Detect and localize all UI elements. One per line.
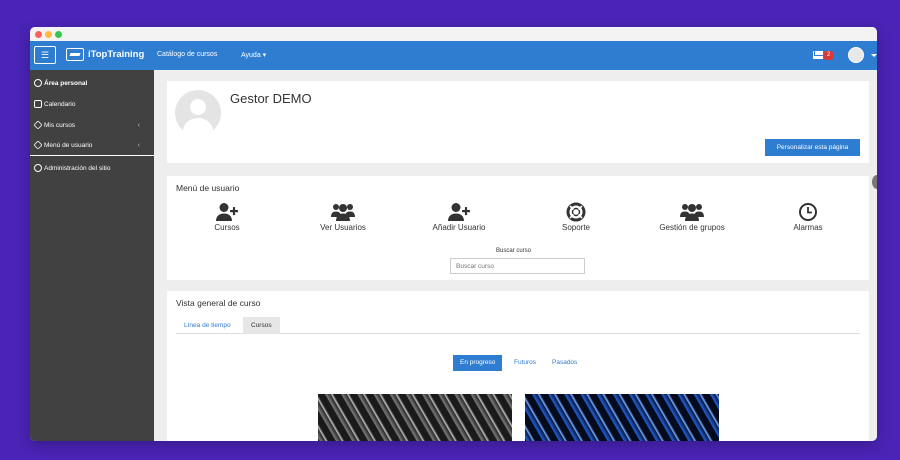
layers-icon: [33, 140, 43, 150]
chevron-down-icon[interactable]: [871, 54, 877, 57]
course-overview-title: Vista general de curso: [176, 298, 261, 308]
life-ring-icon: [566, 202, 586, 222]
user-plus-icon: [216, 203, 238, 221]
menu-item-label: Añadir Usuario: [432, 223, 486, 232]
sidebar-item-area-personal[interactable]: Área personal: [34, 79, 87, 87]
logo-icon[interactable]: [66, 48, 84, 61]
dashboard-icon: [34, 79, 42, 87]
main-content: Gestor DEMO Personalizar esta página Men…: [154, 70, 877, 441]
maximize-window-button[interactable]: [55, 31, 62, 38]
course-overview-tabs: Línea de tiempo Cursos: [176, 317, 860, 334]
customize-page-button[interactable]: Personalizar esta página: [765, 139, 860, 156]
sidebar-item-label: Administración del sitio: [44, 164, 111, 172]
menu-item-gestion-grupos[interactable]: Gestión de grupos: [647, 202, 737, 232]
users-icon: [680, 204, 704, 221]
user-avatar[interactable]: [848, 47, 864, 63]
tab-linea-de-tiempo[interactable]: Línea de tiempo: [176, 317, 239, 334]
filter-pasados[interactable]: Pasados: [545, 355, 584, 371]
chevron-left-icon[interactable]: ‹: [138, 122, 140, 129]
sidebar-divider: [30, 155, 154, 156]
scroll-handle[interactable]: [872, 175, 877, 189]
tab-cursos[interactable]: Cursos: [243, 317, 280, 334]
page-title: Gestor DEMO: [230, 91, 312, 106]
gear-icon: [34, 164, 42, 172]
menu-item-ver-usuarios[interactable]: Ver Usuarios: [298, 202, 388, 232]
menu-item-label: Gestión de grupos: [659, 223, 725, 232]
close-window-button[interactable]: [35, 31, 42, 38]
user-menu-title: Menú de usuario: [176, 183, 240, 193]
nav-help-dropdown[interactable]: Ayuda ▾: [241, 51, 266, 59]
sidebar-item-label: Calendario: [44, 100, 76, 108]
profile-avatar: [175, 90, 221, 136]
menu-item-label: Cursos: [214, 223, 240, 232]
menu-item-label: Alarmas: [793, 223, 823, 232]
brand-name[interactable]: iTopTraining: [88, 49, 144, 60]
users-icon: [331, 204, 355, 221]
title-bar: [30, 27, 877, 41]
profile-card: Gestor DEMO Personalizar esta página: [167, 81, 869, 163]
menu-item-cursos[interactable]: Cursos: [182, 202, 272, 232]
user-menu-card: Menú de usuario Cursos Ver Usuarios Añad…: [167, 176, 869, 280]
minimize-window-button[interactable]: [45, 31, 52, 38]
envelope-icon[interactable]: [813, 51, 823, 59]
menu-item-soporte[interactable]: Soporte: [531, 202, 621, 232]
filter-futuros[interactable]: Futuros: [507, 355, 543, 371]
search-course-input[interactable]: [450, 258, 585, 274]
menu-item-label: Ver Usuarios: [320, 223, 366, 232]
sidebar-item-menu-usuario[interactable]: Menú de usuario ‹: [33, 140, 150, 150]
chevron-left-icon[interactable]: ‹: [138, 142, 140, 149]
hamburger-icon: ☰: [40, 50, 50, 60]
course-image[interactable]: [318, 394, 512, 441]
sidebar-item-label: Menú de usuario: [44, 141, 93, 149]
browser-window: ☰ iTopTraining Catálogo de cursos Ayuda …: [30, 27, 877, 441]
menu-item-anadir-usuario[interactable]: Añadir Usuario: [414, 202, 504, 232]
sidebar: Área personal Calendario Mis cursos ‹ Me…: [30, 70, 154, 441]
course-overview-card: Vista general de curso Línea de tiempo C…: [167, 291, 869, 441]
clock-icon: [799, 203, 817, 221]
menu-item-alarmas[interactable]: Alarmas: [763, 202, 853, 232]
search-course-label: Buscar curso: [496, 248, 532, 254]
sidebar-item-calendario[interactable]: Calendario: [34, 100, 75, 108]
sidebar-item-label: Área personal: [44, 79, 88, 87]
message-count-badge: 2: [824, 51, 833, 60]
top-navbar: ☰ iTopTraining Catálogo de cursos Ayuda …: [30, 41, 877, 70]
user-plus-icon: [448, 203, 470, 221]
nav-catalog-link[interactable]: Catálogo de cursos: [157, 51, 217, 58]
calendar-icon: [34, 100, 42, 108]
sidebar-item-label: Mis cursos: [44, 121, 76, 129]
graduation-cap-icon: [33, 120, 43, 130]
hamburger-menu-button[interactable]: ☰: [34, 46, 56, 64]
sidebar-item-mis-cursos[interactable]: Mis cursos ‹: [33, 120, 150, 130]
course-image[interactable]: [525, 394, 719, 441]
sidebar-item-administracion[interactable]: Administración del sitio: [34, 164, 110, 172]
menu-item-label: Soporte: [561, 223, 591, 232]
filter-en-progreso[interactable]: En progreso: [453, 355, 503, 371]
